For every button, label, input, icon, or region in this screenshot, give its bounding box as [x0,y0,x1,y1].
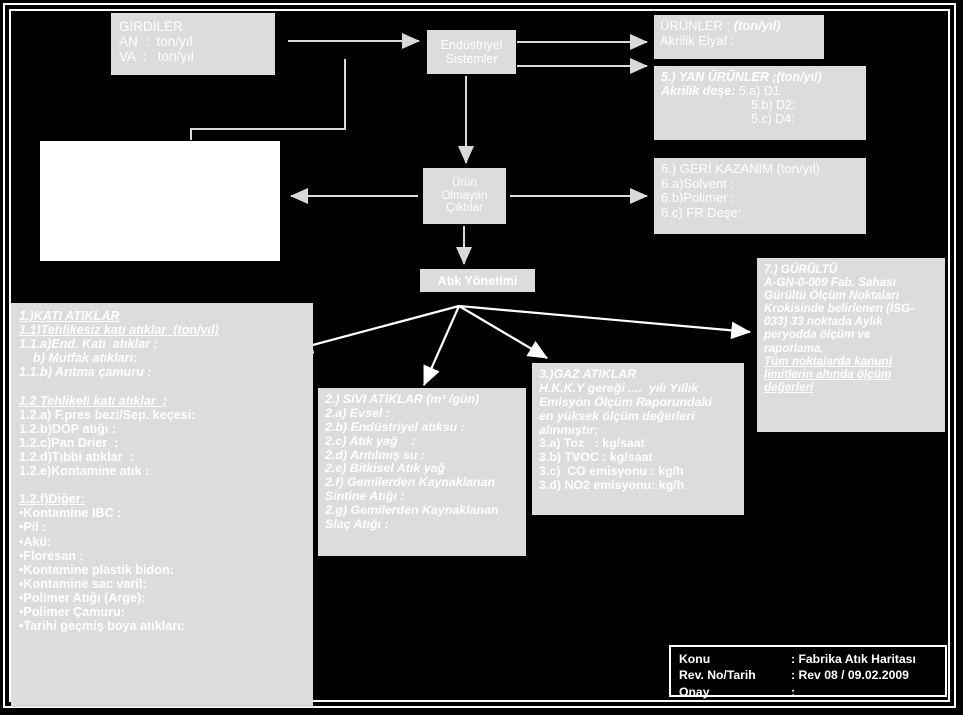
solid-waste-other-7: •Polimer Çamuru: [19,604,125,619]
blank-white-box [40,141,280,261]
gas-waste-box: 3.)GAZ ATIKLAR H.K.K.Y gereği .... yılı … [532,363,744,515]
liquid-waste-heading: 2.) SIVI ATIKLAR (m³ /gün) [325,392,480,406]
products-heading-unit: (ton/yıl) [733,18,781,33]
solid-waste-other-8: •Tarihi geçmiş boya atıkları: [19,619,185,634]
gas-waste-heading: 3.)GAZ ATIKLAR [539,367,637,381]
title-block-key-rev: Rev. No/Tarih [679,668,756,683]
non-product-outputs-line1: Ürün [452,176,477,189]
recovery-heading: 6.) GERİ KAZANIM (ton/yıl) [661,161,820,176]
solid-waste-spacer-2 [19,478,305,492]
liquid-waste-line-8: Slaç Atığı : [325,517,389,532]
liquid-waste-line-4: 2.e) Bitkisel Atık yağ [325,461,446,476]
solid-waste-g2-3: 1.2.d)Tıbbi atıklar : [19,449,134,464]
title-block-key-konu: Konu [679,652,711,666]
title-block-row-rev: Rev. No/Tarih : Rev 08 / 09.02.2009 [679,667,937,683]
liquid-waste-line-0: 2.a) Evsel : [325,405,390,420]
solid-waste-g2-0: 1.2.a) F.pres bezi/Sep. keçesi: [19,407,196,422]
byproducts-box: 5.) YAN ÜRÜNLER ;(ton/yıl) Akrilik deşe:… [654,66,866,140]
solid-waste-g1-2: 1.1.b) Arıtma çamuru : [19,365,152,380]
title-block-value-rev: : Rev 08 / 09.02.2009 [791,668,909,683]
solid-waste-g1-1: b) Mutfak atıkları: [19,351,138,366]
solid-waste-other-4: •Kontamine plastik bidon: [19,562,174,577]
title-block-row-konu: Konu : Fabrika Atık Haritası [679,651,937,667]
industrial-systems-line2: Sistemler [445,52,498,66]
liquid-waste-line-2: 2.c) Atık yağ : [325,433,416,448]
liquid-waste-box: 2.) SIVI ATIKLAR (m³ /gün) 2.a) Evsel : … [318,388,526,556]
inputs-box: GİRDİLER AN : ton/yıl VA : ton/yıl [111,13,275,75]
products-line-akrilik: Akrilik Elyaf : [660,32,735,48]
industrial-systems-box: Endüstriyel Sistemler [427,30,516,74]
noise-underlined-note: Tüm noktalarda kanuni limitlerin altında… [764,354,892,394]
byproducts-item-2: 5.c) D4: [751,112,795,126]
gas-waste-line-2: 3.c) CO emisyonu : kg/h [539,464,684,479]
title-block: Konu : Fabrika Atık Haritası Rev. No/Tar… [669,645,947,700]
solid-waste-g2-1: 1.2.b)DOP atığı : [19,421,117,436]
products-box: ÜRÜNLER ; (ton/yıl) Akrilik Elyaf : [654,15,824,59]
liquid-waste-line-6: Sintine Atığı : [325,489,405,504]
inputs-line-va: VA : ton/yıl [119,49,194,65]
diagram-canvas: GİRDİLER AN : ton/yıl VA : ton/yıl Endüs… [0,0,963,715]
solid-waste-spacer [19,379,305,393]
solid-waste-g2-4: 1.2.e)Kontamine atık : [19,464,150,479]
solid-waste-heading: 1.)KATI ATIKLAR [19,309,120,323]
noise-heading: 7.) GÜRÜLTÜ [764,263,838,276]
byproducts-item-0: 5.a) D1 [738,84,780,98]
title-block-key-onay: Onay [679,684,710,699]
solid-waste-hazardous-heading: 1.2 Tehlikeli katı atıklar ; [19,393,167,408]
non-product-outputs-line3: Çıktılar [446,202,483,215]
byproducts-label: Akrilik deşe: [661,84,736,98]
products-heading-row: ÜRÜNLER ; (ton/yıl) [660,18,818,34]
solid-waste-box: 1.)KATI ATIKLAR 1.1)Tehlikesiz katı atık… [11,303,313,707]
gas-waste-line-3: 3.d) NO2 emisyonu: kg/h [539,478,685,493]
byproducts-first-row: Akrilik deşe: 5.a) D1 [661,84,859,98]
byproducts-heading: 5.) YAN ÜRÜNLER ;(ton/yıl) [661,70,822,84]
industrial-systems-line1: Endüstriyel [440,38,503,52]
title-block-row-onay: Onay : [679,684,937,700]
noise-body: A-GN-0-009 Fab. Sahası Gürültü Ölçüm Nok… [764,276,915,355]
non-product-outputs-box: Ürün Olmayan Çıktılar [423,168,506,224]
liquid-waste-line-1: 2.b) Endüstriyel atıksu : [325,419,465,434]
solid-waste-g2-2: 1.2.c)Pan Drier : [19,435,119,450]
liquid-waste-line-7: 2.g) Gemilerden Kaynaklanan [325,503,499,518]
solid-waste-other-3: •Floresan : [19,548,84,563]
recovery-line-0: 6.a)Solvent : [661,175,734,191]
gas-waste-line-1: 3.b) TVOC : kg/saat [539,450,653,465]
liquid-waste-line-5: 2.f) Gemilerden Kaynaklanan [325,475,496,490]
gas-waste-line-0: 3.a) Toz : kg/saat [539,436,645,451]
waste-management-label: Atık Yönetimi [437,273,518,288]
recovery-box: 6.) GERİ KAZANIM (ton/yıl) 6.a)Solvent :… [654,158,866,234]
recovery-line-2: 6.c) FR Deşe: [661,204,742,220]
solid-waste-other-6: •Polimer Atığı (Arge): [19,590,146,605]
byproducts-item-1: 5.b) D2: [751,98,796,112]
inputs-heading: GİRDİLER [119,19,183,34]
gas-waste-note: H.K.K.Y gereği .... yılı Yıllık Emisyon … [539,380,712,437]
solid-waste-other-0: •Kontamine IBC : [19,506,122,521]
products-heading: ÜRÜNLER ; [660,18,731,33]
solid-waste-other-2: •Akü: [19,534,52,549]
noise-box: 7.) GÜRÜLTÜ A-GN-0-009 Fab. Sahası Gürül… [757,258,945,432]
title-block-value-konu: : Fabrika Atık Haritası [791,652,916,666]
solid-waste-other-5: •Kontamine sac varil: [19,576,147,591]
solid-waste-subheading: 1.1)Tehlikesiz katı atıklar (ton/yıl) [19,323,219,338]
solid-waste-g1-0: 1.1.a)End. Katı atıklar : [19,337,158,352]
title-block-value-onay: : [791,684,796,699]
recovery-line-1: 6.b)Polimer : [661,190,735,206]
liquid-waste-line-3: 2.d) Arıtılmış su : [325,447,426,462]
inputs-line-an: AN : ton/yıl [119,34,193,50]
non-product-outputs-line2: Olmayan [441,189,488,202]
waste-management-box: Atık Yönetimi [420,269,535,292]
solid-waste-other-heading: 1.2.f)Diğer: [19,492,85,507]
solid-waste-other-1: •Pil : [19,520,47,535]
